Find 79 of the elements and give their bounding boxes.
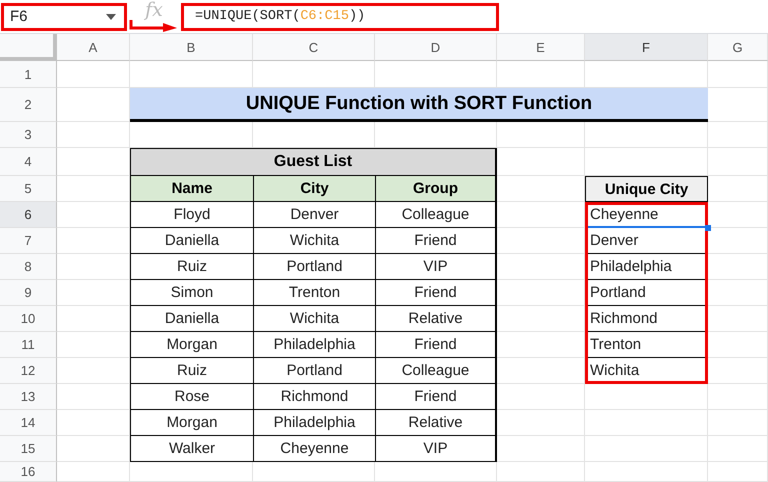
table-cell: Daniella [130,306,253,332]
column-header[interactable]: B [130,34,253,61]
empty-cell[interactable] [708,148,768,176]
column-header[interactable]: F [585,34,708,61]
table-cell: Friend [375,228,497,254]
column-heading: Unique City [585,176,708,202]
table-cell: Friend [375,384,497,410]
column-heading: Name [130,176,253,202]
table-cell: Daniella [130,228,253,254]
row-header[interactable]: 10 [0,306,57,332]
row-header[interactable]: 16 [0,462,57,482]
column-heading: City [253,176,375,202]
select-all-corner[interactable] [0,34,57,61]
table-cell: Portland [253,358,375,384]
column-header[interactable]: C [253,34,375,61]
column-header[interactable]: E [497,34,585,61]
table-cell: Walker [130,436,253,462]
table-cell: Ruiz [130,254,253,280]
table-cell: Friend [375,332,497,358]
empty-cell[interactable] [708,61,768,88]
table-cell: Simon [130,280,253,306]
table-cell: Morgan [130,332,253,358]
empty-cell[interactable] [708,436,768,462]
formula-field[interactable]: =UNIQUE(SORT(C6:C15)) [181,2,499,30]
row-header[interactable]: 6 [0,202,57,228]
row-header[interactable]: 12 [0,358,57,384]
empty-cell[interactable] [708,122,768,148]
row-header[interactable]: 15 [0,436,57,462]
table-cell: Philadelphia [253,410,375,436]
table-cell: VIP [375,254,497,280]
table-cell: VIP [375,436,497,462]
caret-icon [106,14,116,20]
empty-cell[interactable] [497,462,585,482]
sheet-title: UNIQUE Function with SORT Function [130,88,708,122]
table-cell: Trenton [253,280,375,306]
empty-cell[interactable] [585,410,708,436]
column-header[interactable]: A [57,34,130,61]
table-cell: Wichita [253,306,375,332]
empty-cell[interactable] [585,384,708,410]
table-cell: Colleague [375,202,497,228]
table-cell: Relative [375,306,497,332]
row-header[interactable]: 3 [0,122,57,148]
table-cell: Ruiz [130,358,253,384]
empty-cell[interactable] [708,384,768,410]
table-cell: Friend [375,280,497,306]
table-cell: Richmond [253,384,375,410]
fill-handle[interactable] [705,225,711,231]
table-cell: Wichita [253,228,375,254]
column-header[interactable]: D [375,34,497,61]
row-header[interactable]: 9 [0,280,57,306]
row-header[interactable]: 1 [0,61,57,88]
table-cell: Rose [130,384,253,410]
table-cell: Colleague [375,358,497,384]
table-cell: Philadelphia [253,332,375,358]
name-box[interactable]: F6 [1,2,127,30]
table-title: Guest List [130,148,497,176]
row-header[interactable]: 7 [0,228,57,254]
table-cell: Relative [375,410,497,436]
empty-cell[interactable] [708,462,768,482]
table-cell: Cheyenne [253,436,375,462]
table-cell: Floyd [130,202,253,228]
row-header[interactable]: 14 [0,410,57,436]
row-header[interactable]: 5 [0,176,57,202]
row-header[interactable]: 8 [0,254,57,280]
empty-cell[interactable] [708,410,768,436]
table-cell: Morgan [130,410,253,436]
row-header[interactable]: 4 [0,148,57,176]
arrow-drawing [129,20,177,32]
column-heading: Group [375,176,497,202]
column-header[interactable]: G [708,34,768,61]
row-header[interactable]: 13 [0,384,57,410]
row-header[interactable]: 11 [0,332,57,358]
empty-cell[interactable] [585,462,708,482]
fx-label: fx [143,1,164,19]
cell-reference: F6 [10,8,28,25]
table-cell: Portland [253,254,375,280]
table-cell: Denver [253,202,375,228]
empty-cell[interactable] [585,436,708,462]
row-header[interactable]: 2 [0,88,57,122]
